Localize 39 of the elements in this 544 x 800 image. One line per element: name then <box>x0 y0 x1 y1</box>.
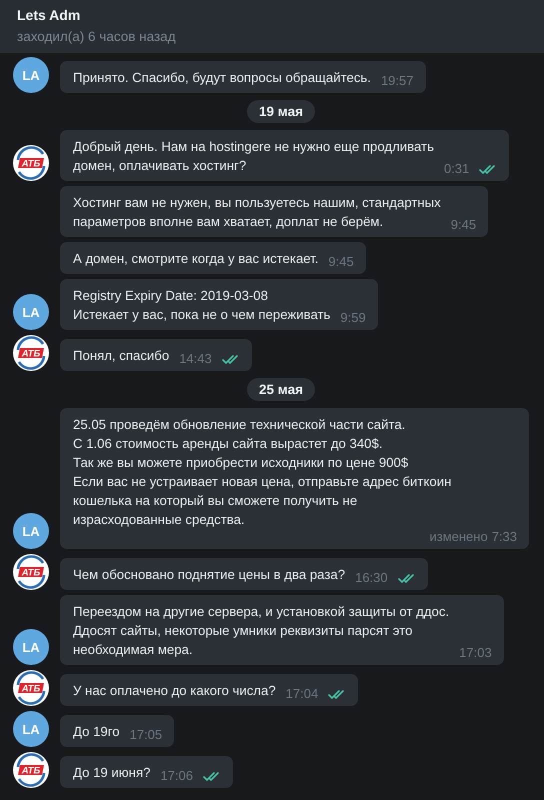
logo-avatar[interactable]: АТБ <box>13 335 49 371</box>
avatar[interactable]: LA <box>13 294 49 330</box>
date-separator: 19 мая <box>247 100 315 123</box>
avatar[interactable]: LA <box>13 57 49 93</box>
message-text: У нас оплачено до какого числа? <box>73 682 276 700</box>
message-text: Чем обосновано поднятие цены в два раза? <box>73 566 346 584</box>
message-text: До 19 июня? <box>73 764 150 782</box>
logo-avatar[interactable]: АТБ <box>13 145 49 181</box>
message-time: 17:05 <box>130 727 162 743</box>
message-text: Понял, спасибо <box>73 347 170 365</box>
message-time: 0:31 <box>444 161 470 177</box>
date-separator: 25 мая <box>247 378 315 401</box>
message-text: До 19го <box>73 723 120 741</box>
logo-avatar[interactable]: АТБ <box>13 670 49 706</box>
last-seen-status: заходил(а) 6 часов назад <box>17 28 177 46</box>
message-time: 7:33 <box>492 529 517 545</box>
message-text: Принято. Спасибо, будут вопросы обращайтесь. <box>73 69 371 87</box>
chat-title: Lets Adm <box>17 6 82 24</box>
logo-avatar[interactable]: АТБ <box>13 554 49 590</box>
message-time: 16:30 <box>355 570 388 586</box>
avatar[interactable]: LA <box>13 513 49 549</box>
message-text: Переездом на другие сервера, и установкой защиты от ддос. Ддосят сайты, некоторые умники реквизиты парсят это необходимая мера. <box>73 603 450 659</box>
message-time: 17:06 <box>160 768 193 784</box>
message-text: Registry Expiry Date: 2019-03-08 Истекает у вас, пока не о чем переживать <box>73 287 330 324</box>
message-text: А домен, смотрите когда у вас истекает. <box>73 250 318 268</box>
message-time: 9:45 <box>328 254 354 270</box>
avatar[interactable]: LA <box>13 629 49 665</box>
edited-label: изменено <box>429 529 488 545</box>
avatar[interactable]: LA <box>13 711 49 747</box>
message-text: Добрый день. Нам на hostingere не нужно еще продливать домен, оплачивать хостинг? <box>73 138 434 175</box>
message-time: 14:43 <box>179 351 212 367</box>
message-time: 17:03 <box>459 645 492 661</box>
message-text: Хостинг вам не нужен, вы пользуетесь нашим, стандартных параметров вполне вам хватает, доплат не берём. <box>73 194 441 231</box>
message-time: 9:59 <box>340 310 366 326</box>
message-time: 9:45 <box>450 217 476 233</box>
logo-avatar[interactable]: АТБ <box>13 752 49 788</box>
message-text: 25.05 проведём обновление технической части сайта. С 1.06 стоимость аренды сайта вырастет до 340$. Так же вы можете приобрести исходники по цене 900$ Если вас не устраивает новая цена, отправьте адрес биткоин кошелька на который вы сможете получить не израсходованные средства. <box>73 416 452 529</box>
message-time: 19:57 <box>380 73 414 89</box>
message-time: 17:04 <box>286 686 318 702</box>
